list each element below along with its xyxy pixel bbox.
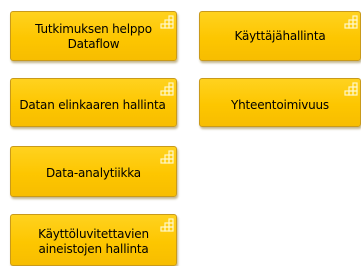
box-tutkimuksen-helppo-dataflow[interactable]: Tutkimuksen helppo Dataflow [10, 11, 177, 61]
box-datan-elinkaaren-hallinta[interactable]: Datan elinkaaren hallinta [10, 78, 177, 127]
box-label: Tutkimuksen helppo Dataflow [35, 22, 152, 51]
box-kayttajahallinta[interactable]: Käyttäjähallinta [199, 11, 361, 61]
grid-chart-icon [344, 15, 358, 29]
grid-chart-icon [160, 15, 174, 29]
box-label: Yhteentoimivuus [231, 98, 329, 112]
box-label: Data-analytiikka [46, 166, 141, 180]
box-kayttoluvitettavien-aineistojen-hallinta[interactable]: Käyttöluvitettavien aineistojen hallinta [10, 214, 177, 266]
grid-chart-icon [160, 82, 174, 96]
grid-chart-icon [344, 82, 358, 96]
grid-chart-icon [160, 218, 174, 232]
box-yhteentoimivuus[interactable]: Yhteentoimivuus [199, 78, 361, 127]
box-data-analytiikka[interactable]: Data-analytiikka [10, 146, 177, 197]
box-label: Käyttöluvitettavien aineistojen hallinta [38, 226, 149, 256]
grid-chart-icon [160, 150, 174, 164]
box-label: Käyttäjähallinta [234, 28, 326, 43]
box-label: Datan elinkaaren hallinta [19, 98, 166, 112]
